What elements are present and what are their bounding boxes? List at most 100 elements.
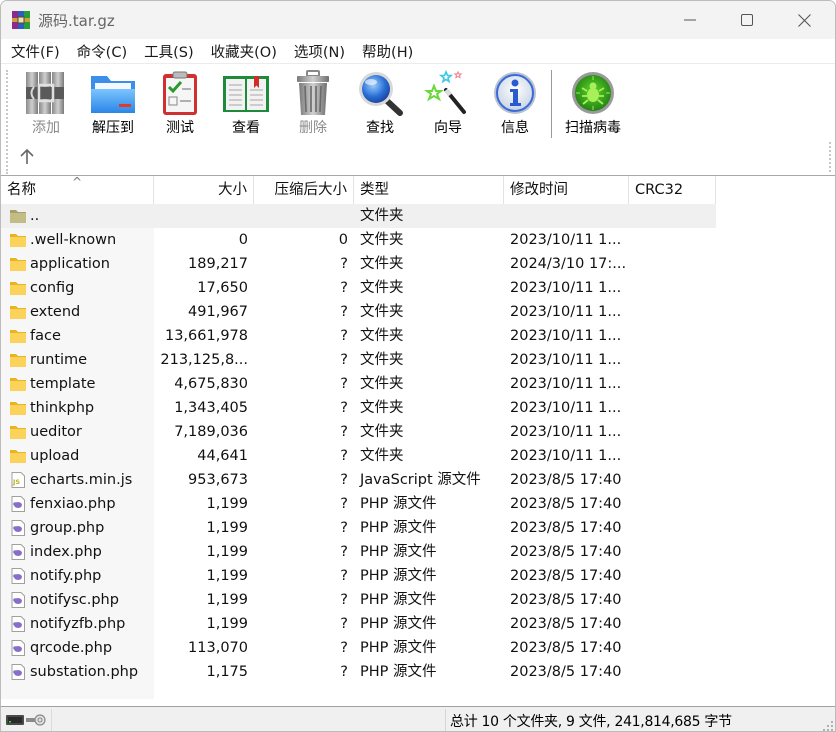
file-row[interactable]: thinkphp 1,343,405? 文件夹 2023/10/11 1...: [1, 396, 716, 420]
file-row[interactable]: .well-known 0 0 文件夹 2023/10/11 1...: [1, 228, 716, 252]
file-list: 名称 ^ 大小 压缩后大小 类型 修改时间 CRC32 .. 文件夹 .well-k…: [1, 175, 835, 705]
column-label-crc32: CRC32: [635, 182, 684, 198]
file-row[interactable]: ueditor 7,189,036? 文件夹 2023/10/11 1...: [1, 420, 716, 444]
file-row[interactable]: template 4,675,830? 文件夹 2023/10/11 1...: [1, 372, 716, 396]
menu-favorites[interactable]: 收藏夹(O): [211, 41, 277, 62]
column-header-packed[interactable]: 压缩后大小: [254, 176, 354, 204]
add-button[interactable]: 添加: [13, 70, 79, 138]
delete-button[interactable]: 删除: [280, 70, 346, 138]
column-header-size[interactable]: 大小: [154, 176, 254, 204]
cell-crc32: [629, 372, 716, 396]
status-divider: [445, 709, 446, 731]
key-icon: [26, 714, 46, 726]
menu-tools[interactable]: 工具(S): [144, 41, 194, 62]
column-label-name: 名称: [7, 182, 36, 198]
cell-type: 文件夹: [360, 448, 404, 464]
toolbar-separator: [551, 70, 552, 138]
wizard-button[interactable]: 向导: [415, 70, 481, 138]
file-name: echarts.min.js: [30, 472, 133, 488]
cell-type: PHP 源文件: [360, 592, 437, 608]
title-bar: 源码.tar.gz: [1, 1, 835, 39]
cell-size: 44,641: [197, 448, 248, 464]
toolbar-grip[interactable]: [6, 70, 8, 174]
file-row[interactable]: .. 文件夹: [1, 204, 716, 228]
file-row[interactable]: face 13,661,978? 文件夹 2023/10/11 1...: [1, 324, 716, 348]
menu-options[interactable]: 选项(N): [294, 41, 345, 62]
sort-ascending-icon: ^: [72, 175, 83, 189]
cell-crc32: [629, 516, 716, 540]
menu-file[interactable]: 文件(F): [11, 41, 60, 62]
column-header-crc32[interactable]: CRC32: [629, 176, 716, 204]
file-name: face: [30, 328, 61, 344]
wizard-label: 向导: [434, 120, 462, 136]
cell-modified: 2023/10/11 1...: [510, 328, 622, 344]
extract-folder-icon: [91, 76, 135, 113]
extract-to-button[interactable]: 解压到: [80, 70, 146, 138]
cell-modified: [504, 204, 629, 228]
file-name: config: [30, 280, 75, 296]
cell-size: 7,189,036: [174, 424, 248, 440]
file-row[interactable]: upload 44,641? 文件夹 2023/10/11 1...: [1, 444, 716, 468]
toolbar: 添加 解压到 测试 查看 删除 查找 向导 信息 扫描病毒: [1, 63, 835, 175]
up-one-level-button[interactable]: [17, 147, 37, 167]
virus-scan-label: 扫描病毒: [565, 120, 621, 136]
cell-size: 0: [238, 232, 248, 248]
virus-scan-button[interactable]: 扫描病毒: [558, 70, 628, 138]
file-row[interactable]: notifysc.php 1,199? PHP 源文件 2023/8/5 17:40: [1, 588, 716, 612]
cell-crc32: [629, 204, 716, 228]
cell-type: 文件夹: [360, 376, 404, 392]
folder-icon: [10, 282, 26, 295]
cell-crc32: [629, 660, 716, 684]
test-button[interactable]: 测试: [147, 70, 213, 138]
info-button[interactable]: 信息: [482, 70, 548, 138]
cell-size: 17,650: [197, 280, 248, 296]
menu-commands[interactable]: 命令(C): [77, 41, 127, 62]
menu-help[interactable]: 帮助(H): [362, 41, 413, 62]
cell-size: [154, 204, 254, 228]
maximize-icon: [741, 14, 753, 26]
cell-packed-size: ?: [340, 424, 348, 440]
file-row[interactable]: config 17,650? 文件夹 2023/10/11 1...: [1, 276, 716, 300]
cell-modified: 2024/3/10 17:...: [510, 256, 627, 272]
file-row[interactable]: extend 491,967? 文件夹 2023/10/11 1...: [1, 300, 716, 324]
column-label-size: 大小: [218, 182, 247, 198]
file-row[interactable]: notifyzfb.php 1,199? PHP 源文件 2023/8/5 17:40: [1, 612, 716, 636]
file-row[interactable]: fenxiao.php 1,199? PHP 源文件 2023/8/5 17:40: [1, 492, 716, 516]
cell-name: face: [1, 324, 154, 348]
file-row[interactable]: notify.php 1,199? PHP 源文件 2023/8/5 17:40: [1, 564, 716, 588]
cell-type: 文件夹: [360, 424, 404, 440]
file-row[interactable]: application 189,217? 文件夹 2024/3/10 17:...: [1, 252, 716, 276]
toolbar-grip-right[interactable]: [829, 142, 831, 172]
file-row[interactable]: group.php 1,199? PHP 源文件 2023/8/5 17:40: [1, 516, 716, 540]
extract-to-label: 解压到: [92, 120, 134, 136]
cell-size: 1,199: [206, 568, 248, 584]
cell-crc32: [629, 300, 716, 324]
file-row[interactable]: JS echarts.min.js 953,673? JavaScript 源文件 20…: [1, 468, 716, 492]
cell-crc32: [629, 636, 716, 660]
resize-grip-icon[interactable]: [823, 721, 833, 731]
file-row[interactable]: substation.php 1,175? PHP 源文件 2023/8/5 17:4…: [1, 660, 716, 684]
column-header-modified[interactable]: 修改时间: [504, 176, 629, 204]
close-button[interactable]: [775, 1, 833, 39]
column-header-type[interactable]: 类型: [354, 176, 504, 204]
column-header-name[interactable]: 名称 ^: [1, 175, 154, 204]
cell-modified: 2023/8/5 17:40: [510, 520, 622, 536]
cell-size: 4,675,830: [174, 376, 248, 392]
cell-crc32: [629, 324, 716, 348]
minimize-button[interactable]: [661, 1, 719, 39]
maximize-button[interactable]: [718, 1, 776, 39]
file-row[interactable]: runtime 213,125,8...? 文件夹 2023/10/11 1...: [1, 348, 716, 372]
file-row[interactable]: qrcode.php 113,070? PHP 源文件 2023/8/5 17:40: [1, 636, 716, 660]
cell-packed-size: ?: [340, 640, 348, 656]
cell-packed-size: ?: [340, 568, 348, 584]
cell-size: 1,199: [206, 496, 248, 512]
php-file-icon: [11, 544, 25, 560]
cell-type: 文件夹: [360, 208, 404, 224]
info-icon: [494, 72, 536, 114]
file-row[interactable]: index.php 1,199? PHP 源文件 2023/8/5 17:40: [1, 540, 716, 564]
cell-name: runtime: [1, 348, 154, 372]
archive-add-icon: [26, 72, 64, 114]
find-button[interactable]: 查找: [347, 70, 413, 138]
file-name: ueditor: [30, 424, 82, 440]
view-button[interactable]: 查看: [213, 70, 279, 138]
